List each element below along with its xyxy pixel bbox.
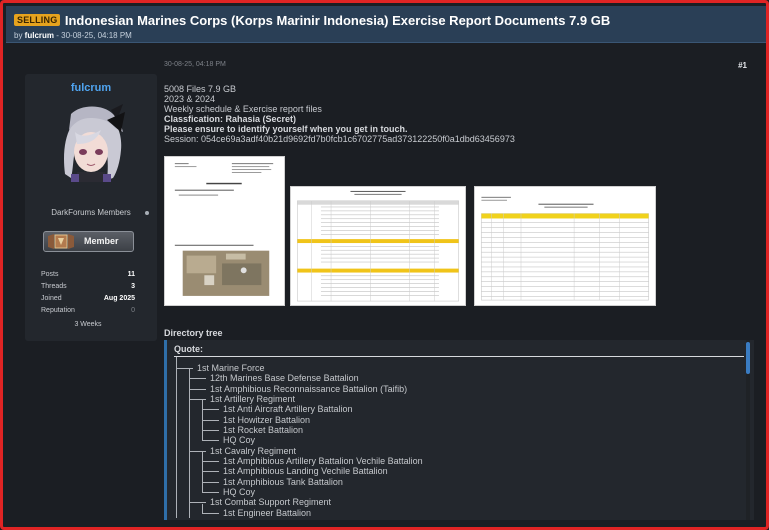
- document-image-2[interactable]: [290, 186, 466, 306]
- tree-item-label: HQ Coy: [223, 487, 256, 498]
- tree-item-label: 12th Marines Base Defense Battalion: [210, 373, 359, 384]
- tree-branch-line: [189, 378, 206, 380]
- tree-trunk-line: [202, 400, 203, 441]
- file-types: Weekly schedule & Exercise report files: [164, 104, 322, 114]
- tree-item-label: 1st Cavalry Regiment: [210, 445, 297, 456]
- tree-trunk-line: [202, 452, 203, 493]
- tree-item-label: 1st Amphibious Tank Battalion: [223, 476, 343, 487]
- stat-value: Aug 2025: [103, 295, 135, 302]
- status-dot-icon: [145, 211, 149, 215]
- thread-byline: by fulcrum - 30-08-25, 04:18 PM: [14, 31, 766, 40]
- tree-branch-line: [176, 368, 193, 369]
- membership-duration: 3 Weeks: [74, 321, 102, 328]
- document-image-3[interactable]: [474, 186, 656, 306]
- stat-reputation: Reputation 0: [25, 307, 157, 319]
- quote-label: Quote:: [174, 344, 203, 354]
- years: 2023 & 2024: [164, 94, 216, 104]
- classification: Classfication: Rahasia (Secret): [164, 114, 297, 124]
- files-summary: 5008 Files 7.9 GB: [164, 84, 237, 94]
- stat-value: 3: [131, 283, 135, 290]
- stat-label: Posts: [41, 271, 59, 278]
- tree-branch-line: [202, 471, 219, 473]
- tree-branch-line: [202, 419, 219, 421]
- user-panel: fulcrum DarkForums Members Member Posts …: [25, 74, 157, 341]
- tree-trunk-line: [176, 357, 177, 519]
- tree-item-label: 1st Combat Support Regiment: [210, 497, 332, 508]
- tree-item-label: 1st Marine Force: [197, 363, 265, 373]
- directory-tree-title: Directory tree: [164, 328, 223, 338]
- tree-item-label: 1st Amphibious Landing Vechile Battalion: [223, 466, 388, 477]
- user-stats: Posts 11 Threads 3 Joined Aug 2025 Reput…: [25, 271, 157, 319]
- document-image-1[interactable]: [164, 156, 285, 306]
- stat-label: Threads: [41, 283, 67, 290]
- tree-item-label: 1st Rocket Battalion: [223, 425, 304, 436]
- post-body: 5008 Files 7.9 GB 2023 & 2024 Weekly sch…: [164, 84, 754, 144]
- stat-posts: Posts 11: [25, 271, 157, 283]
- tree-branch-line: [202, 430, 219, 432]
- stat-label: Reputation: [41, 307, 75, 314]
- tree-item-label: HQ Coy: [223, 435, 256, 446]
- tree-branch-line: [189, 399, 206, 401]
- tree-item-label: 1st Amphibious Reconnaissance Battalion …: [210, 383, 408, 394]
- rank-badge: Member: [43, 231, 134, 252]
- tree-branch-line: [202, 440, 219, 442]
- tree-branch-line: [189, 502, 206, 504]
- page-frame: SELLING Indonesian Marines Corps (Korps …: [0, 0, 769, 530]
- scrollbar-thumb[interactable]: [746, 342, 750, 374]
- tree-item-label: 1st Howitzer Battalion: [223, 414, 311, 425]
- stat-value: 11: [127, 271, 135, 278]
- contact-note: Please ensure to identify yourself when …: [164, 124, 408, 134]
- avatar[interactable]: [51, 102, 131, 182]
- post-date: 30-08-25, 04:18 PM: [164, 61, 226, 68]
- tree-item-label: 1st Artillery Regiment: [210, 394, 296, 405]
- tree-item-label: 1st Amphibious Artillery Battalion Vechi…: [223, 456, 423, 467]
- thread-header: SELLING Indonesian Marines Corps (Korps …: [6, 6, 766, 43]
- stat-value: 0: [131, 307, 135, 314]
- tree-branch-line: [202, 409, 219, 411]
- quote-divider: [174, 356, 744, 357]
- tree-trunk-line: [202, 503, 203, 513]
- tree-branch-line: [202, 492, 219, 494]
- user-group: DarkForums Members: [51, 208, 131, 217]
- tree-branch-line: [189, 388, 206, 390]
- username[interactable]: fulcrum: [25, 82, 157, 94]
- quote-box: Quote: 1st Marine Force 12th Marines Base…: [164, 340, 754, 520]
- tree-item-label: 1st Engineer Battalion: [223, 507, 312, 518]
- byline-prefix: by: [14, 31, 25, 40]
- tree-branch-line: [202, 481, 219, 483]
- post-number[interactable]: #1: [738, 61, 747, 70]
- byline-date: - 30-08-25, 04:18 PM: [54, 31, 132, 40]
- tree-item-label: 1st Anti Aircraft Artillery Battalion: [223, 404, 353, 415]
- tree-branch-line: [202, 512, 219, 514]
- stat-label: Joined: [41, 295, 62, 302]
- tree-branch-line: [202, 461, 219, 463]
- thread-title[interactable]: Indonesian Marines Corps (Korps Marinir …: [65, 13, 610, 28]
- byline-author[interactable]: fulcrum: [25, 31, 54, 40]
- stat-joined: Joined Aug 2025: [25, 295, 157, 307]
- selling-badge: SELLING: [14, 14, 61, 26]
- tree-branch-line: [189, 450, 206, 452]
- session-id: Session: 054ce69a3adf40b21d9692fd7b0fcb1…: [164, 134, 515, 144]
- rank-label: Member: [84, 236, 119, 246]
- stat-threads: Threads 3: [25, 283, 157, 295]
- tree-trunk-line: [189, 369, 190, 519]
- rank-crest-icon: [48, 234, 74, 249]
